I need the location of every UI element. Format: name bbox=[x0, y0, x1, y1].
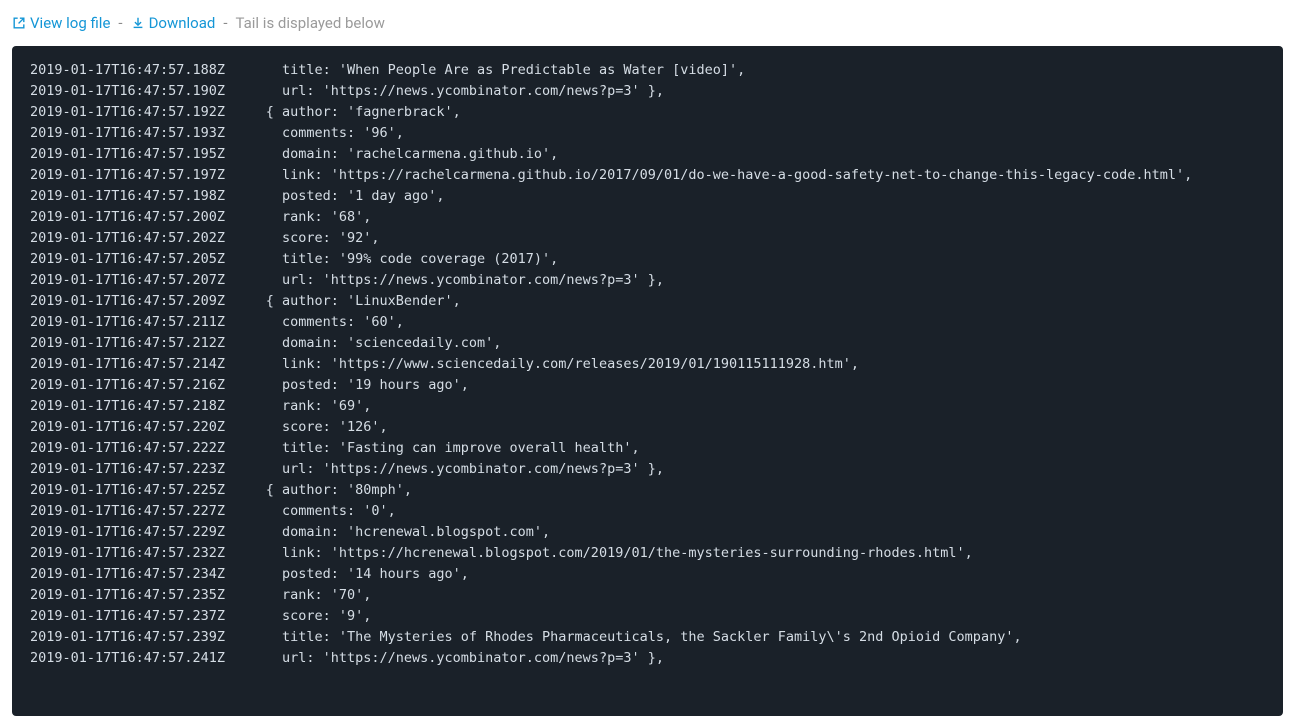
log-line: 2019-01-17T16:47:57.192Z { author: 'fagn… bbox=[30, 102, 1265, 123]
view-log-link[interactable]: View log file bbox=[12, 14, 110, 32]
log-line: 2019-01-17T16:47:57.234Z posted: '14 hou… bbox=[30, 564, 1265, 585]
log-line: 2019-01-17T16:47:57.220Z score: '126', bbox=[30, 417, 1265, 438]
view-log-label: View log file bbox=[30, 14, 110, 32]
log-line: 2019-01-17T16:47:57.200Z rank: '68', bbox=[30, 207, 1265, 228]
log-line: 2019-01-17T16:47:57.205Z title: '99% cod… bbox=[30, 249, 1265, 270]
tail-hint: Tail is displayed below bbox=[236, 14, 385, 32]
external-link-icon bbox=[12, 16, 26, 30]
separator: - bbox=[223, 14, 227, 32]
log-line: 2019-01-17T16:47:57.239Z title: 'The Mys… bbox=[30, 627, 1265, 648]
download-link[interactable]: Download bbox=[131, 14, 216, 32]
log-line: 2019-01-17T16:47:57.223Z url: 'https://n… bbox=[30, 459, 1265, 480]
log-line: 2019-01-17T16:47:57.207Z url: 'https://n… bbox=[30, 270, 1265, 291]
log-line: 2019-01-17T16:47:57.241Z url: 'https://n… bbox=[30, 648, 1265, 669]
log-line: 2019-01-17T16:47:57.229Z domain: 'hcrene… bbox=[30, 522, 1265, 543]
log-line: 2019-01-17T16:47:57.193Z comments: '96', bbox=[30, 123, 1265, 144]
log-line: 2019-01-17T16:47:57.227Z comments: '0', bbox=[30, 501, 1265, 522]
download-icon bbox=[131, 16, 145, 30]
log-line: 2019-01-17T16:47:57.235Z rank: '70', bbox=[30, 585, 1265, 606]
log-line: 2019-01-17T16:47:57.232Z link: 'https://… bbox=[30, 543, 1265, 564]
log-line: 2019-01-17T16:47:57.216Z posted: '19 hou… bbox=[30, 375, 1265, 396]
log-line: 2019-01-17T16:47:57.190Z url: 'https://n… bbox=[30, 81, 1265, 102]
log-output-panel: 2019-01-17T16:47:57.188Z title: 'When Pe… bbox=[12, 46, 1283, 716]
log-header: View log file - Download - Tail is displ… bbox=[0, 0, 1295, 46]
log-line: 2019-01-17T16:47:57.218Z rank: '69', bbox=[30, 396, 1265, 417]
log-line: 2019-01-17T16:47:57.225Z { author: '80mp… bbox=[30, 480, 1265, 501]
log-line: 2019-01-17T16:47:57.237Z score: '9', bbox=[30, 606, 1265, 627]
log-line: 2019-01-17T16:47:57.211Z comments: '60', bbox=[30, 312, 1265, 333]
download-label: Download bbox=[149, 14, 216, 32]
log-line: 2019-01-17T16:47:57.195Z domain: 'rachel… bbox=[30, 144, 1265, 165]
log-line: 2019-01-17T16:47:57.188Z title: 'When Pe… bbox=[30, 60, 1265, 81]
log-line: 2019-01-17T16:47:57.214Z link: 'https://… bbox=[30, 354, 1265, 375]
log-line: 2019-01-17T16:47:57.202Z score: '92', bbox=[30, 228, 1265, 249]
log-line: 2019-01-17T16:47:57.198Z posted: '1 day … bbox=[30, 186, 1265, 207]
log-line: 2019-01-17T16:47:57.209Z { author: 'Linu… bbox=[30, 291, 1265, 312]
log-line: 2019-01-17T16:47:57.212Z domain: 'scienc… bbox=[30, 333, 1265, 354]
log-line: 2019-01-17T16:47:57.197Z link: 'https://… bbox=[30, 165, 1265, 186]
separator: - bbox=[118, 14, 122, 32]
log-line: 2019-01-17T16:47:57.222Z title: 'Fasting… bbox=[30, 438, 1265, 459]
